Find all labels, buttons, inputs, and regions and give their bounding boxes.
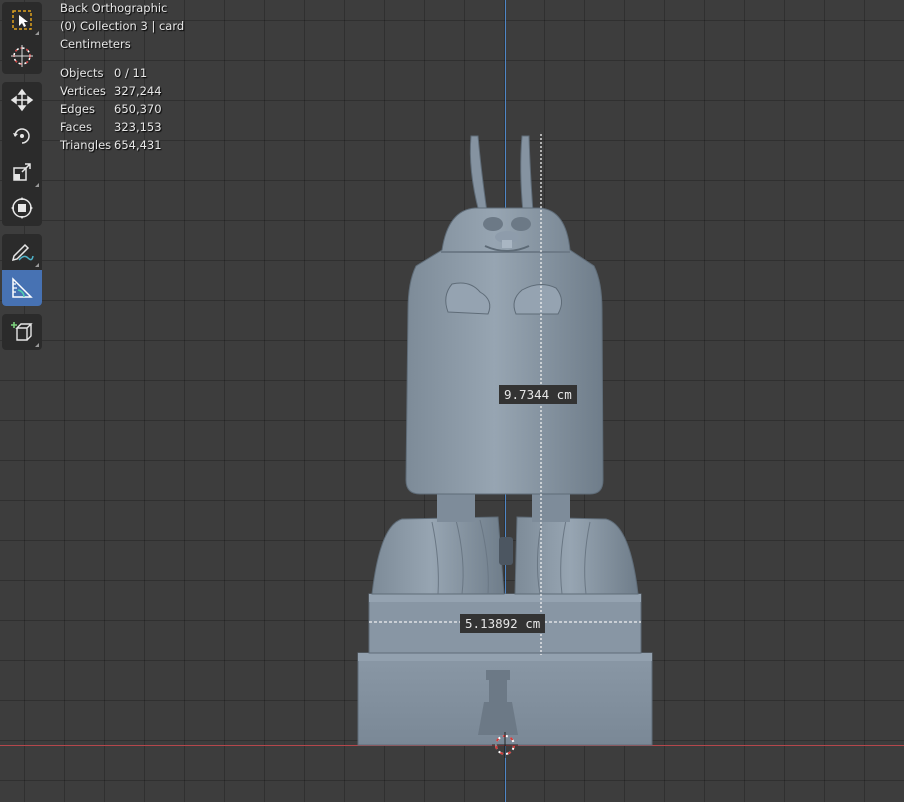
stat-faces-label: Faces (60, 120, 92, 134)
stat-objects-value: 0 / 11 (114, 66, 148, 80)
measure-tool[interactable] (2, 270, 42, 306)
scale-icon (13, 163, 31, 181)
stat-triangles-label: Triangles (60, 138, 112, 152)
move-tool[interactable] (2, 82, 42, 118)
transform-tool-group (2, 82, 42, 226)
stat-edges-value: 650,370 (114, 102, 162, 116)
ruler-icon (12, 277, 33, 298)
select-box-icon (12, 10, 32, 30)
add-tool-group (2, 314, 42, 350)
cursor-icon (11, 45, 33, 67)
annotate-tool-group (2, 234, 42, 306)
rotate-tool[interactable] (2, 118, 42, 154)
scale-tool[interactable] (2, 154, 42, 190)
cursor-tool[interactable] (2, 38, 42, 74)
width-measure-label[interactable]: 5.13892 cm (460, 614, 546, 633)
tail-knob (499, 537, 513, 565)
right-foot (514, 516, 639, 595)
base-top-edge (358, 653, 652, 661)
add-cube-icon (11, 322, 33, 341)
stat-edges-label: Edges (60, 102, 95, 116)
collection-info: (0) Collection 3 | card (60, 19, 185, 33)
height-measure-label[interactable]: 9.7344 cm (499, 385, 577, 404)
unit-system: Centimeters (60, 37, 131, 51)
stat-vertices-value: 327,244 (114, 84, 162, 98)
transform-tool[interactable] (2, 190, 42, 226)
view-projection: Back Orthographic (60, 1, 168, 15)
stat-objects-label: Objects (60, 66, 104, 80)
add-cube-tool[interactable] (2, 314, 42, 350)
select-box-tool[interactable] (2, 2, 42, 38)
stat-vertices-label: Vertices (60, 84, 106, 98)
tool-shelf (2, 2, 42, 358)
stat-triangles-value: 654,431 (114, 138, 162, 152)
left-leg (437, 490, 475, 522)
transform-icon (11, 197, 33, 219)
move-icon (10, 88, 34, 112)
right-leg (532, 490, 570, 522)
pencil-icon (11, 243, 34, 262)
stat-faces-value: 323,153 (114, 120, 162, 134)
left-ear (469, 135, 488, 213)
rotate-icon (13, 128, 30, 144)
select-tool-group (2, 2, 42, 74)
annotate-tool[interactable] (2, 234, 42, 270)
right-ear (520, 135, 534, 213)
